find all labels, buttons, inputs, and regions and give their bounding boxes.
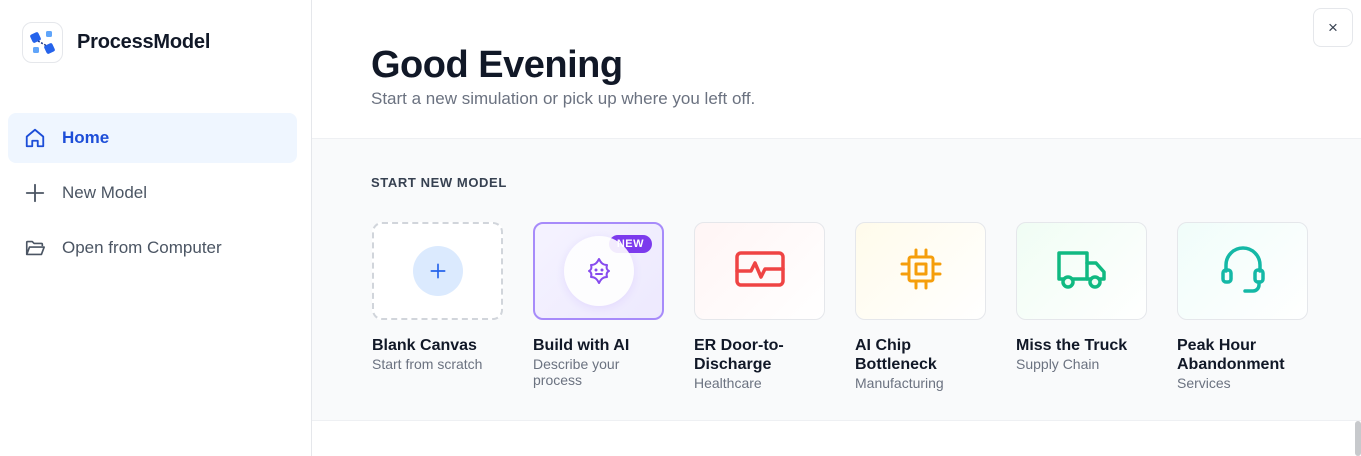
truck-icon (1055, 247, 1109, 296)
cpu-chip-icon (898, 246, 944, 297)
card-tile[interactable]: NEW (533, 222, 664, 320)
page-subtitle: Start a new simulation or pick up where … (371, 89, 756, 108)
card-subtitle: Services (1177, 375, 1231, 391)
sidebar-nav: Home New Model Open from Computer (8, 113, 297, 278)
sidebar-item-label: New Model (62, 183, 148, 202)
brand-name: ProcessModel (77, 31, 211, 53)
card-title: AI Chip Bottleneck (855, 337, 937, 373)
card-title: ER Door-to-Discharge (694, 337, 784, 373)
app-window: ProcessModel Home New Model Open from Co… (0, 0, 1361, 456)
headset-icon (1219, 243, 1267, 300)
card-subtitle: Supply Chain (1016, 356, 1100, 372)
page-title: Good Evening (371, 44, 623, 86)
sidebar-item-open-from-computer[interactable]: Open from Computer (8, 223, 297, 273)
card-build-with-ai[interactable]: NEW Build with AI Describe your process (533, 222, 664, 391)
card-title: Peak Hour Abandonment (1177, 337, 1285, 373)
card-peak-hour-abandonment[interactable]: Peak Hour Abandonment Services (1177, 222, 1308, 391)
sidebar-item-home[interactable]: Home (8, 113, 297, 163)
scrollbar[interactable] (1355, 421, 1361, 456)
card-blank-canvas[interactable]: Blank Canvas Start from scratch (372, 222, 503, 391)
card-subtitle: Describe your process (533, 356, 620, 388)
sidebar-item-label: Open from Computer (62, 238, 222, 257)
card-ai-chip-bottleneck[interactable]: AI Chip Bottleneck Manufacturing (855, 222, 986, 391)
card-subtitle: Healthcare (694, 375, 762, 391)
card-tile[interactable] (1016, 222, 1147, 320)
card-subtitle: Start from scratch (372, 356, 483, 372)
card-miss-the-truck[interactable]: Miss the Truck Supply Chain (1016, 222, 1147, 391)
section-title: START NEW MODEL (371, 175, 507, 190)
close-button[interactable]: × (1313, 8, 1353, 47)
sidebar: ProcessModel Home New Model Open from Co… (0, 0, 312, 456)
ai-sparkle-icon (563, 236, 634, 306)
card-tile[interactable] (694, 222, 825, 320)
plus-icon (24, 182, 46, 204)
home-icon (24, 127, 46, 149)
card-title: Miss the Truck (1016, 337, 1128, 354)
hero-header: Good Evening Start a new simulation or p… (312, 0, 1361, 139)
plus-icon (412, 246, 463, 296)
brand-logo-icon (22, 22, 63, 63)
folder-open-icon (24, 237, 46, 259)
brand[interactable]: ProcessModel (22, 22, 210, 63)
close-icon: × (1328, 17, 1338, 37)
sidebar-item-label: Home (62, 128, 110, 147)
card-title: Blank Canvas (372, 337, 477, 354)
card-subtitle: Manufacturing (855, 375, 944, 391)
card-tile[interactable] (1177, 222, 1308, 320)
card-tile[interactable] (855, 222, 986, 320)
start-new-model-section: START NEW MODEL Blank Canvas Start from … (312, 139, 1361, 421)
card-er-door-to-discharge[interactable]: ER Door-to-Discharge Healthcare (694, 222, 825, 391)
heart-monitor-icon (734, 249, 786, 294)
card-tile[interactable] (372, 222, 503, 320)
sidebar-item-new-model[interactable]: New Model (8, 168, 297, 218)
template-cards: Blank Canvas Start from scratch NEW Buil… (372, 222, 1338, 391)
main-content: Good Evening Start a new simulation or p… (312, 0, 1361, 456)
card-title: Build with AI (533, 337, 630, 354)
